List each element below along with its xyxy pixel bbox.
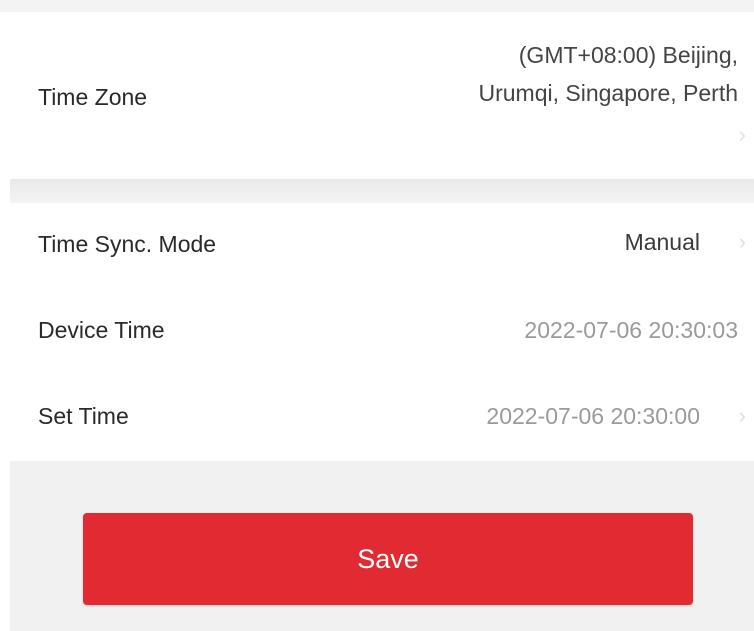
time-zone-label: Time Zone [38, 84, 148, 110]
device-time-value: 2022-07-06 20:30:03 [524, 317, 738, 343]
device-time-label: Device Time [38, 317, 165, 343]
time-zone-row[interactable]: Time Zone (GMT+08:00) Beijing, Urumqi, S… [10, 12, 754, 179]
time-zone-value-line1: (GMT+08:00) Beijing, [518, 42, 738, 68]
chevron-right-icon: › [738, 403, 746, 428]
time-zone-card: Time Zone (GMT+08:00) Beijing, Urumqi, S… [10, 12, 754, 179]
top-divider [0, 0, 754, 12]
set-time-label: Set Time [38, 403, 129, 429]
time-zone-value: (GMT+08:00) Beijing, Urumqi, Singapore, … [478, 36, 738, 112]
save-button[interactable]: Save [83, 513, 693, 605]
device-time-row: Device Time 2022-07-06 20:30:03 [10, 303, 754, 373]
time-sync-mode-row[interactable]: Time Sync. Mode Manual › [10, 219, 754, 289]
set-time-value: 2022-07-06 20:30:00 [486, 403, 700, 429]
time-sync-mode-value: Manual [624, 229, 700, 255]
bottom-action-area: Save [10, 461, 754, 631]
chevron-right-icon: › [738, 122, 746, 147]
chevron-right-icon: › [738, 229, 746, 254]
set-time-row[interactable]: Set Time 2022-07-06 20:30:00 › [10, 387, 754, 457]
time-sync-mode-label: Time Sync. Mode [38, 231, 217, 257]
time-settings-screen: Time Zone (GMT+08:00) Beijing, Urumqi, S… [0, 0, 754, 631]
time-settings-card: Time Sync. Mode Manual › Device Time 202… [10, 203, 754, 461]
time-zone-value-line2: Urumqi, Singapore, Perth [478, 80, 738, 106]
section-separator [10, 179, 754, 203]
